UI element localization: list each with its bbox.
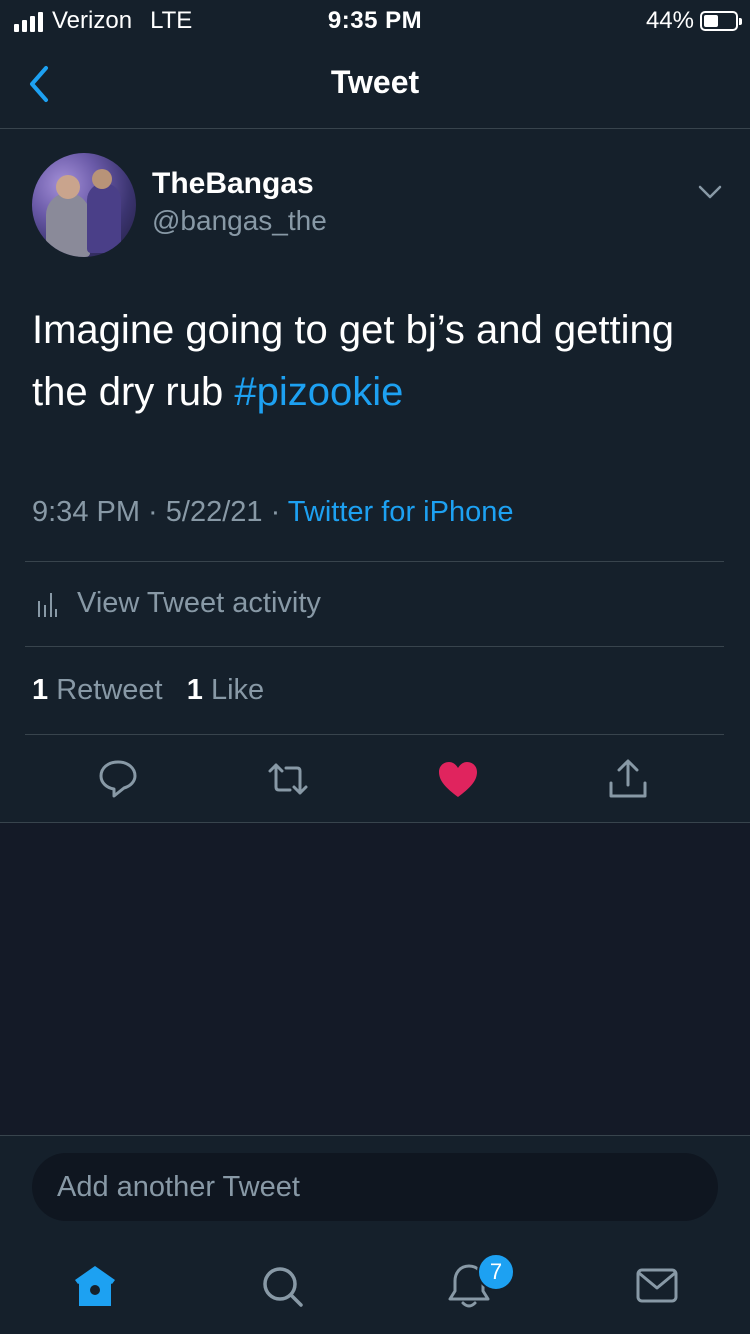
meta-separator: · (140, 496, 166, 528)
bottom-bar: Add another Tweet 7 (0, 1135, 750, 1334)
retweet-button[interactable] (266, 757, 310, 801)
tweet-source-link[interactable]: Twitter for iPhone (288, 496, 514, 528)
share-button[interactable] (606, 757, 650, 801)
search-icon (263, 1267, 303, 1307)
home-icon (75, 1266, 115, 1306)
reply-button[interactable] (96, 757, 140, 801)
hashtag-link[interactable]: #pizookie (234, 370, 403, 414)
reply-input[interactable]: Add another Tweet (32, 1153, 718, 1221)
status-time: 9:35 PM (327, 7, 423, 34)
tab-messages[interactable] (631, 1260, 683, 1312)
avatar[interactable] (32, 153, 136, 257)
divider (25, 646, 724, 647)
like-button[interactable] (436, 757, 480, 801)
chevron-down-icon (698, 185, 722, 199)
view-activity-button[interactable]: View Tweet activity (25, 562, 724, 646)
meta-separator: · (262, 496, 288, 528)
tab-search[interactable] (256, 1260, 308, 1312)
tweet-detail: TheBangas @bangas_the Imagine going to g… (0, 129, 750, 823)
tweet-actions (0, 735, 750, 821)
like-label[interactable]: Like (211, 674, 264, 706)
battery-icon (700, 11, 742, 31)
view-activity-label: View Tweet activity (77, 587, 321, 619)
engagement-counts: 1 Retweet 1 Like (32, 674, 264, 707)
status-bar: Verizon LTE 9:35 PM 44% (0, 0, 750, 42)
status-right: 44% (645, 7, 742, 35)
display-name[interactable]: TheBangas (152, 167, 314, 201)
nav-header: Tweet (0, 42, 750, 129)
tweet-time: 9:34 PM (32, 496, 140, 528)
heart-icon (439, 762, 477, 797)
tweet-meta: 9:34 PM · 5/22/21 · Twitter for iPhone (32, 496, 513, 529)
page-title: Tweet (330, 64, 420, 100)
retweet-count[interactable]: 1 (32, 674, 48, 706)
like-count[interactable]: 1 (187, 674, 203, 706)
mail-icon (636, 1268, 678, 1303)
tweet-text: Imagine going to get bj’s and getting th… (32, 299, 722, 423)
retweet-label[interactable]: Retweet (56, 674, 162, 706)
retweet-icon (268, 763, 308, 795)
username[interactable]: @bangas_the (152, 205, 327, 237)
analytics-icon (38, 593, 57, 617)
notification-badge: 7 (477, 1253, 515, 1291)
tab-home[interactable] (69, 1260, 121, 1312)
tab-bar (0, 1246, 750, 1334)
reply-icon (99, 760, 137, 798)
tweet-date: 5/22/21 (165, 496, 263, 528)
screen: Verizon LTE 9:35 PM 44% Tweet TheBangas … (0, 0, 750, 1334)
share-icon (609, 759, 647, 798)
battery-percent: 44% (645, 7, 694, 34)
tweet-options-button[interactable] (692, 173, 728, 209)
reply-placeholder: Add another Tweet (57, 1171, 300, 1203)
